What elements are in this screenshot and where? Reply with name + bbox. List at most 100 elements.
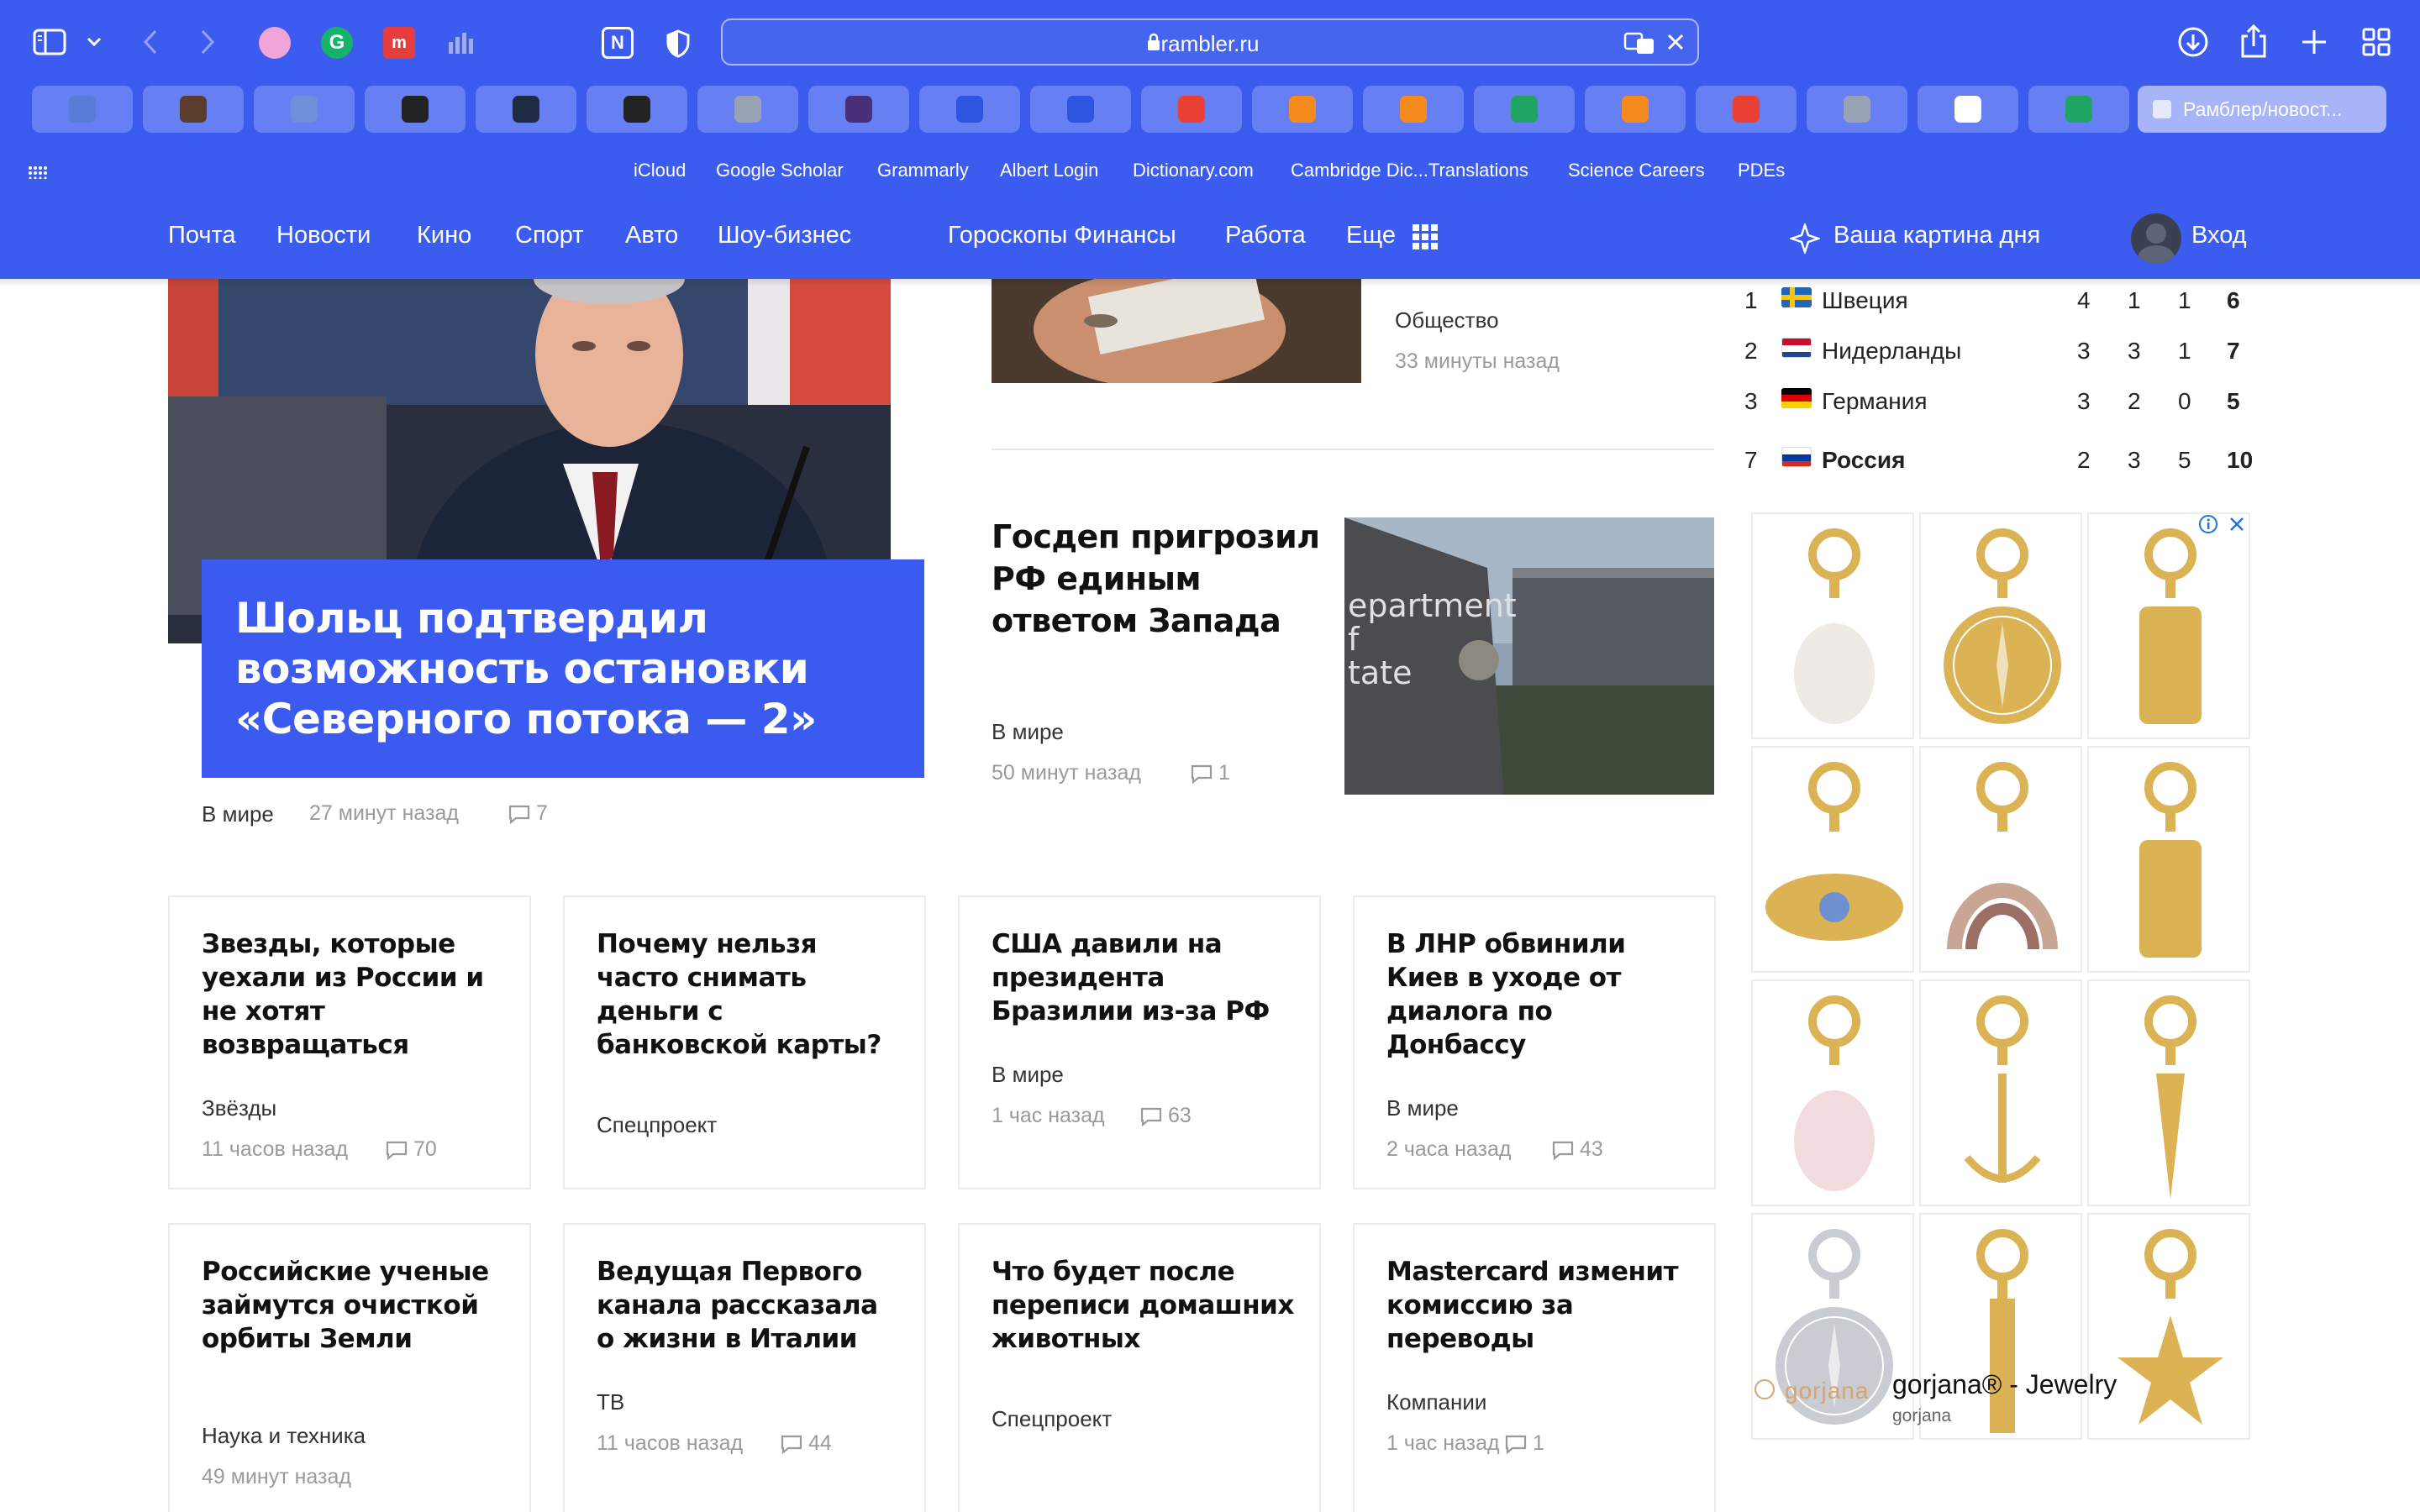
- news-card[interactable]: Что будет после переписи домашних животн…: [958, 1223, 1321, 1512]
- tab[interactable]: [697, 86, 798, 133]
- nav-item-sport[interactable]: Спорт: [515, 222, 584, 249]
- ad-product-compass-silver-icon[interactable]: [1751, 1213, 1914, 1440]
- ad-product-compass-icon[interactable]: [1919, 512, 2082, 739]
- address-bar[interactable]: rambler.ru: [721, 18, 1699, 66]
- ad-product-spike-icon[interactable]: [2087, 979, 2250, 1206]
- news-card[interactable]: Ведущая Первого канала рассказала о жизн…: [563, 1223, 926, 1512]
- news-card-category[interactable]: В мире: [992, 1062, 1064, 1088]
- bookmark-pdes[interactable]: PDEs: [1738, 160, 1785, 181]
- news-card-title[interactable]: В ЛНР обвинили Киев в уходе от диалога п…: [1386, 927, 1689, 1062]
- nav-item-more[interactable]: Еще: [1346, 222, 1396, 249]
- news-card-category[interactable]: Спецпроект: [597, 1112, 717, 1138]
- news-card-comments[interactable]: 70: [385, 1137, 437, 1162]
- chevron-down-icon[interactable]: [84, 32, 104, 52]
- notion-icon[interactable]: N: [602, 27, 634, 59]
- chart-extension-icon[interactable]: [445, 29, 476, 57]
- extension-icon-1[interactable]: [259, 27, 291, 59]
- ad-brand-logo[interactable]: gorjana: [1785, 1378, 1869, 1404]
- medal-row[interactable]: 7 Россия 2 3 5 10: [1741, 447, 2254, 480]
- translate-icon[interactable]: [1623, 32, 1655, 60]
- mendeley-icon[interactable]: m: [383, 27, 415, 59]
- tab[interactable]: [1696, 86, 1797, 133]
- tab[interactable]: [1807, 86, 1907, 133]
- avatar[interactable]: [2131, 213, 2181, 264]
- bookmark-grammarly[interactable]: Grammarly: [877, 160, 969, 181]
- medal-row[interactable]: 3 Германия 3 2 0 5: [1741, 388, 2254, 422]
- close-icon[interactable]: [1665, 32, 1686, 56]
- bookmark-icloud[interactable]: iCloud: [634, 160, 686, 181]
- tab[interactable]: [2028, 86, 2129, 133]
- news-card-comments[interactable]: 63: [1139, 1104, 1192, 1128]
- news-card[interactable]: В ЛНР обвинили Киев в уходе от диалога п…: [1353, 895, 1716, 1189]
- nav-item-rabota[interactable]: Работа: [1225, 222, 1306, 249]
- news-card-comments[interactable]: 1: [1504, 1431, 1544, 1456]
- ad-close-icon[interactable]: [2228, 516, 2245, 537]
- tab[interactable]: [1363, 86, 1464, 133]
- tab[interactable]: [1252, 86, 1353, 133]
- news-card-category[interactable]: Спецпроект: [992, 1406, 1112, 1432]
- hero-category[interactable]: В мире: [202, 801, 274, 827]
- bookmark-google-scholar[interactable]: Google Scholar: [716, 160, 844, 181]
- side-news-2-category[interactable]: В мире: [992, 719, 1064, 745]
- sidebar-toggle-icon[interactable]: [32, 27, 67, 57]
- ad-product-star-icon[interactable]: [2087, 1213, 2250, 1440]
- tab[interactable]: [1585, 86, 1686, 133]
- news-card[interactable]: США давили на президента Бразилии из-за …: [958, 895, 1321, 1189]
- ad-product-eye-icon[interactable]: [1751, 746, 1914, 973]
- more-grid-icon[interactable]: [1412, 223, 1439, 255]
- grammarly-icon[interactable]: G: [321, 27, 353, 59]
- bookmark-cambridge[interactable]: Cambridge Dic...Translations: [1291, 160, 1528, 181]
- news-card[interactable]: Почему нельзя часто снимать деньги с бан…: [563, 895, 926, 1189]
- bookmark-albert-login[interactable]: Albert Login: [1000, 160, 1098, 181]
- tab[interactable]: [1030, 86, 1131, 133]
- ad-product-rainbow-icon[interactable]: [1919, 746, 2082, 973]
- forward-icon[interactable]: [195, 27, 220, 57]
- tab[interactable]: [1918, 86, 2018, 133]
- hero-title[interactable]: Шольц подтвердил возможность остановки «…: [235, 593, 899, 744]
- ad-product-anchor-icon[interactable]: [1919, 979, 2082, 1206]
- hero-comments[interactable]: 7: [508, 801, 548, 826]
- ad-product-tag-icon[interactable]: [2087, 512, 2250, 739]
- ad-product-quartz-icon[interactable]: [1751, 979, 1914, 1206]
- bookmark-science-careers[interactable]: Science Careers: [1568, 160, 1705, 181]
- news-card-comments[interactable]: 44: [780, 1431, 832, 1456]
- new-tab-icon[interactable]: [2299, 27, 2329, 57]
- news-card[interactable]: Mastercard изменит комиссию за переводы …: [1353, 1223, 1716, 1512]
- privacy-shield-icon[interactable]: [666, 29, 691, 59]
- hero-title-box[interactable]: Шольц подтвердил возможность остановки «…: [202, 559, 924, 778]
- tab-overview-icon[interactable]: [2361, 27, 2391, 57]
- download-icon[interactable]: [2176, 25, 2210, 59]
- login-link[interactable]: Вход: [2191, 222, 2247, 249]
- news-card-category[interactable]: Наука и техника: [202, 1423, 366, 1449]
- tab-active[interactable]: Рамблер/новост...: [2138, 86, 2386, 133]
- news-card[interactable]: Звезды, которые уехали из России и не хо…: [168, 895, 531, 1189]
- ad-info-icon[interactable]: [2198, 514, 2218, 538]
- share-icon[interactable]: [2238, 22, 2269, 59]
- nav-item-avto[interactable]: Авто: [625, 222, 678, 249]
- news-card-title[interactable]: Российские ученые займутся очисткой орби…: [202, 1255, 504, 1356]
- medal-row[interactable]: 1 Швеция 4 1 1 6: [1741, 287, 2254, 321]
- nav-item-novosti[interactable]: Новости: [276, 222, 371, 249]
- news-card-title[interactable]: Mastercard изменит комиссию за переводы: [1386, 1255, 1689, 1356]
- side-news-2-comments[interactable]: 1: [1190, 761, 1230, 785]
- news-card-category[interactable]: Звёзды: [202, 1095, 276, 1121]
- tab[interactable]: [32, 86, 133, 133]
- back-icon[interactable]: [138, 27, 163, 57]
- news-card-title[interactable]: Ведущая Первого канала рассказала о жизн…: [597, 1255, 899, 1356]
- news-card-comments[interactable]: 43: [1551, 1137, 1603, 1162]
- bookmark-dictionary[interactable]: Dictionary.com: [1133, 160, 1254, 181]
- picture-of-day-link[interactable]: Ваша картина дня: [1833, 222, 2040, 249]
- side-news-2-title[interactable]: Госдеп пригрозил РФ единым ответом Запад…: [992, 516, 1328, 642]
- side-news-1-category[interactable]: Общество: [1395, 307, 1499, 333]
- tab[interactable]: [808, 86, 909, 133]
- ad-title[interactable]: gorjana® - Jewelry: [1892, 1369, 2117, 1400]
- tab[interactable]: [919, 86, 1020, 133]
- news-card-category[interactable]: ТВ: [597, 1389, 624, 1415]
- tab[interactable]: [365, 86, 466, 133]
- side-news-2-image[interactable]: epartment f tate: [1344, 517, 1714, 795]
- tab[interactable]: [1141, 86, 1242, 133]
- news-card-title[interactable]: Почему нельзя часто снимать деньги с бан…: [597, 927, 899, 1062]
- ad-banner[interactable]: gorjana gorjana® - Jewelry gorjana: [1751, 512, 2250, 1445]
- nav-item-horoscopes[interactable]: Гороскопы: [948, 222, 1067, 249]
- news-card[interactable]: Российские ученые займутся очисткой орби…: [168, 1223, 531, 1512]
